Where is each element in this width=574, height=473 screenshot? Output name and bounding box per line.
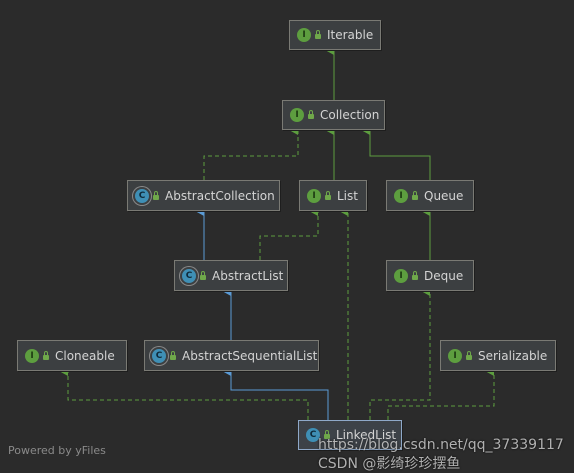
interface-icon: I bbox=[307, 188, 321, 203]
interface-icon: I bbox=[25, 348, 39, 363]
node-abstract-list[interactable]: C AbstractList bbox=[174, 260, 288, 291]
abstract-class-icon: C bbox=[182, 268, 196, 283]
node-abstract-collection[interactable]: C AbstractCollection bbox=[127, 180, 280, 211]
interface-icon: I bbox=[394, 188, 408, 203]
node-label: AbstractCollection bbox=[165, 188, 275, 203]
abstract-class-icon: C bbox=[135, 188, 149, 203]
node-label: Cloneable bbox=[55, 348, 115, 363]
interface-icon: I bbox=[297, 28, 311, 42]
edge-abstractlist-list bbox=[259, 206, 319, 260]
node-label: List bbox=[337, 188, 358, 203]
edge-queue-collection bbox=[361, 125, 431, 180]
node-queue[interactable]: I Queue bbox=[386, 180, 474, 211]
lock-icon bbox=[315, 30, 321, 39]
node-cloneable[interactable]: I Cloneable bbox=[17, 340, 127, 371]
edge-linkedlist-serializable bbox=[387, 366, 495, 420]
node-deque[interactable]: I Deque bbox=[386, 260, 474, 291]
node-iterable[interactable]: I Iterable bbox=[289, 20, 381, 50]
lock-icon bbox=[412, 270, 418, 280]
diagram-edges bbox=[59, 45, 495, 420]
edge-linkedlist-deque bbox=[369, 286, 431, 420]
node-label: AbstractSequentialList bbox=[182, 348, 318, 363]
node-label: Deque bbox=[424, 268, 464, 283]
node-label: AbstractList bbox=[212, 268, 284, 283]
edge-linkedlist-abstractsequentiallist bbox=[222, 366, 329, 420]
lock-icon bbox=[466, 350, 472, 360]
lock-icon bbox=[412, 190, 418, 200]
lock-icon bbox=[43, 350, 49, 360]
interface-icon: I bbox=[394, 268, 408, 283]
edge-abstractcollection-collection bbox=[203, 125, 299, 180]
lock-icon bbox=[170, 350, 176, 360]
node-label: Collection bbox=[320, 108, 380, 122]
abstract-class-icon: C bbox=[152, 348, 166, 363]
interface-icon: I bbox=[290, 108, 304, 122]
lock-icon bbox=[325, 190, 331, 200]
node-label: Iterable bbox=[327, 28, 374, 42]
lock-icon bbox=[153, 190, 159, 200]
node-abstract-sequential-list[interactable]: C AbstractSequentialList bbox=[144, 340, 319, 371]
node-label: Serializable bbox=[478, 348, 548, 363]
node-list[interactable]: I List bbox=[299, 180, 367, 211]
lock-icon bbox=[200, 270, 206, 280]
lock-icon bbox=[308, 110, 314, 119]
node-label: Queue bbox=[424, 188, 464, 203]
node-serializable[interactable]: I Serializable bbox=[440, 340, 556, 371]
node-collection[interactable]: I Collection bbox=[282, 100, 385, 130]
edge-linkedlist-cloneable bbox=[59, 366, 309, 420]
powered-by-footer: Powered by yFiles bbox=[8, 444, 106, 457]
interface-icon: I bbox=[448, 348, 462, 363]
